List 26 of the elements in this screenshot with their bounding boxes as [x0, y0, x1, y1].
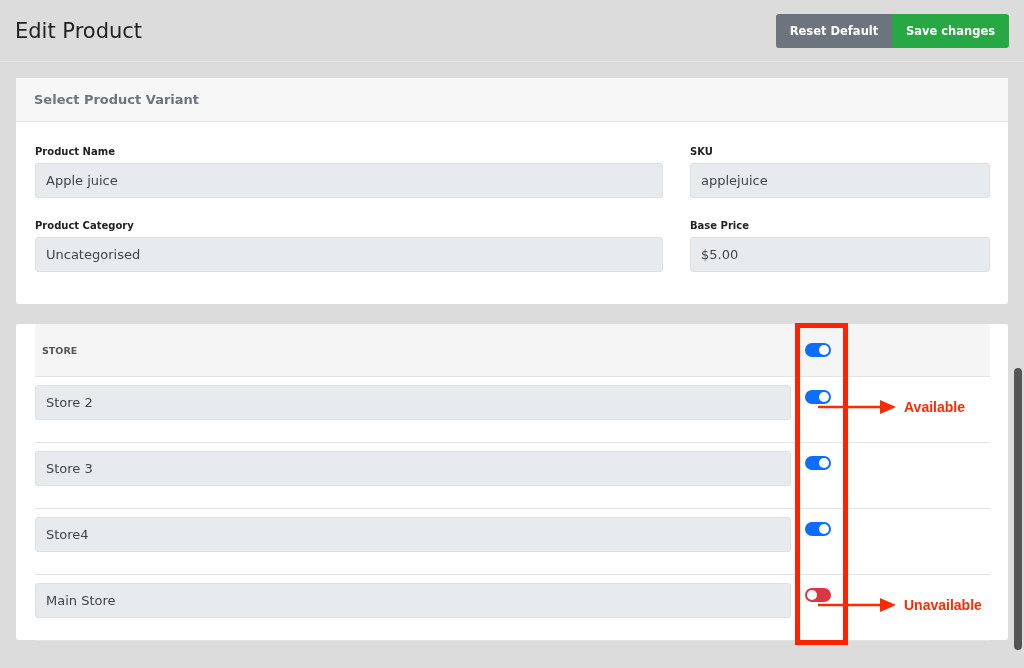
field-label: Base Price — [690, 220, 750, 231]
annotation-label: Available — [904, 399, 965, 415]
reset-button[interactable]: Reset Default — [776, 13, 892, 48]
annotation-label: Unavailable — [904, 597, 982, 613]
field-label: SKU — [690, 146, 714, 157]
field-label: Product Category — [35, 220, 135, 231]
arrow-icon — [818, 400, 896, 414]
input-field[interactable]: Uncategorised — [35, 237, 663, 272]
toggle-switch[interactable] — [805, 390, 831, 404]
page-title: Edit Product — [15, 18, 143, 43]
store-field[interactable]: Store4 — [35, 517, 791, 552]
scrollbar[interactable] — [1014, 368, 1022, 650]
column-header: STORE — [41, 344, 79, 356]
store-field[interactable]: Main Store — [35, 583, 791, 618]
toggle-switch[interactable] — [805, 588, 831, 602]
card-title: Select Product Variant — [34, 92, 199, 107]
toggle-switch[interactable] — [805, 456, 831, 470]
input-field[interactable]: applejuice — [690, 163, 990, 198]
store-field[interactable]: Store 2 — [35, 385, 791, 420]
store-field[interactable]: Store 3 — [35, 451, 791, 486]
toggle-switch[interactable] — [805, 343, 831, 357]
arrow-icon — [818, 598, 896, 612]
input-field[interactable]: $5.00 — [690, 237, 990, 272]
input-field[interactable]: Apple juice — [35, 163, 663, 198]
toggle-switch[interactable] — [805, 522, 831, 536]
field-label: Product Name — [35, 146, 116, 157]
